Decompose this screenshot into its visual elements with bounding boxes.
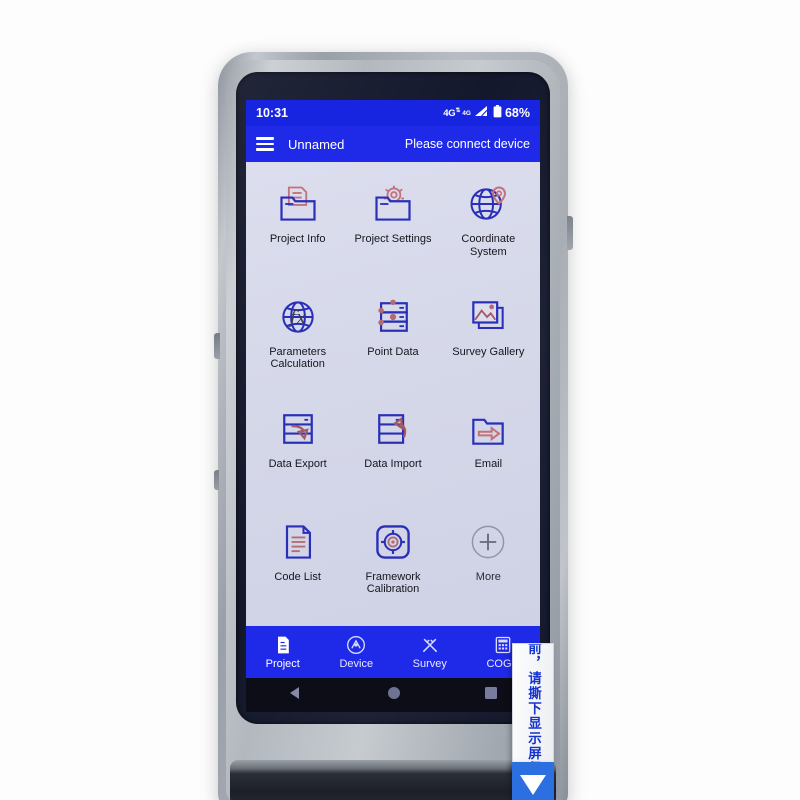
status-bar-indicators: 4G⇅ 4G 68%: [443, 105, 530, 121]
triangle-down-icon: [520, 775, 546, 795]
phone-screen: 10:31 4G⇅ 4G 68% Unnamed Please connect …: [246, 100, 540, 712]
screenshot-stage: 10:31 4G⇅ 4G 68% Unnamed Please connect …: [0, 0, 800, 800]
folder-arrow-icon: [472, 418, 505, 445]
device-side-button-left-lower[interactable]: [214, 470, 219, 490]
project-name-title: Unnamed: [288, 136, 345, 152]
device-bottom-panel: [230, 760, 556, 800]
tile-label: Framework Calibration: [365, 570, 421, 596]
photo-stack-icon: [472, 300, 505, 329]
globe-fx-icon: fx: [281, 300, 314, 333]
tile-label: More: [475, 570, 501, 583]
tile-point-data[interactable]: Point Data: [345, 285, 440, 398]
tile-label: Code List: [274, 570, 321, 583]
recents-square-icon[interactable]: [484, 686, 498, 705]
tile-label: Coordinate System: [461, 233, 516, 258]
folder-document-icon: [280, 186, 316, 221]
nav-item-survey[interactable]: Survey: [393, 635, 467, 670]
tile-email[interactable]: Email: [441, 397, 536, 510]
nav-label: Project: [265, 657, 300, 670]
tile-label: Email: [474, 458, 503, 470]
tile-label: Project Info: [269, 233, 326, 245]
project-menu-grid: Project Info Project Settings Coordinate…: [246, 162, 540, 626]
tile-framework-calibration[interactable]: Framework Calibration: [345, 510, 440, 623]
android-navigation-bar: [246, 678, 540, 712]
document-lines-icon: [285, 524, 311, 559]
status-bar: 10:31 4G⇅ 4G 68%: [246, 100, 540, 126]
plus-circle-icon: [472, 525, 505, 558]
network-type-secondary-label: 4G: [462, 109, 471, 117]
tile-label: Project Settings: [354, 233, 432, 245]
calculator-icon: [495, 636, 511, 653]
tile-data-export[interactable]: Data Export: [250, 397, 345, 510]
document-icon: [277, 636, 289, 653]
nav-label: Device: [339, 657, 374, 670]
status-bar-clock: 10:31: [256, 106, 288, 120]
tile-parameters-calculation[interactable]: fx Parameters Calculation: [250, 285, 345, 398]
tile-label: Point Data: [367, 345, 419, 358]
nav-item-project[interactable]: Project: [246, 635, 320, 670]
back-triangle-icon[interactable]: [288, 685, 304, 706]
tile-project-settings[interactable]: Project Settings: [345, 172, 440, 285]
tile-label: Parameters Calculation: [269, 345, 327, 371]
tile-survey-gallery[interactable]: Survey Gallery: [441, 285, 536, 398]
nav-label: Survey: [412, 657, 447, 670]
home-circle-icon[interactable]: [387, 686, 401, 705]
tile-project-info[interactable]: Project Info: [250, 172, 345, 285]
server-export-arrow-icon: [282, 414, 313, 444]
folder-gear-icon: [375, 185, 411, 221]
app-bar: Unnamed Please connect device: [246, 126, 540, 162]
tile-code-list[interactable]: Code List: [250, 510, 345, 623]
battery-percent-label: 68%: [504, 106, 530, 120]
tile-data-import[interactable]: Data Import: [345, 397, 440, 510]
screen-protector-pull-tab[interactable]: 使用前，请撕下显示屏保护膜: [512, 643, 554, 773]
network-type-label: 4G⇅: [443, 107, 461, 120]
screen-protector-instruction-text: 使用前，请撕下显示屏保护膜: [525, 643, 541, 773]
svg-text:fx: fx: [288, 308, 306, 328]
tile-label: Data Export: [268, 458, 327, 470]
device-side-button-right[interactable]: [567, 216, 573, 250]
tile-label: Survey Gallery: [452, 345, 525, 358]
bottom-navigation-bar: Project Device Survey COGO: [246, 626, 540, 678]
battery-icon: [493, 105, 502, 121]
device-side-button-left-upper[interactable]: [214, 333, 220, 359]
tile-label: Data Import: [364, 458, 422, 470]
tile-more[interactable]: More: [441, 510, 536, 623]
server-import-arrow-icon: [378, 414, 407, 444]
crossed-tools-icon: [422, 638, 437, 652]
signal-bars-icon: [474, 106, 488, 120]
hamburger-menu-icon[interactable]: [256, 137, 274, 151]
antenna-signal-icon: [347, 635, 366, 654]
device-connection-status[interactable]: Please connect device: [405, 137, 530, 151]
nav-item-device[interactable]: Device: [320, 635, 394, 670]
screen-protector-arrow-tab[interactable]: [512, 762, 554, 800]
crosshair-target-icon: [376, 524, 410, 559]
tile-coordinate-system[interactable]: Coordinate System: [441, 172, 536, 285]
server-rack-dots-icon: [378, 299, 408, 332]
globe-pin-icon: [470, 186, 507, 220]
